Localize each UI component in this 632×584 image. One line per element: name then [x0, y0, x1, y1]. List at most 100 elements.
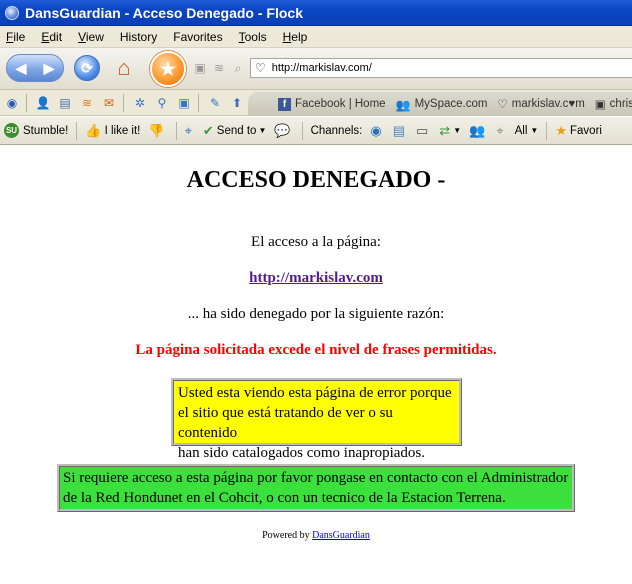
toolbar-separator [175, 121, 177, 140]
speech-bubble-icon: 💬 [274, 122, 291, 138]
menu-edit[interactable]: Edit [33, 30, 70, 44]
home-button[interactable]: ⌂ [110, 55, 138, 81]
camera-icon: ▣ [594, 99, 606, 111]
powered-by: Powered by DansGuardian [262, 530, 370, 541]
send-icon: ✔ [202, 122, 214, 138]
explanation-line: han sido catalogados como inapropiados. [178, 445, 426, 461]
forward-arrow-icon[interactable]: ▶ [44, 60, 55, 77]
stumble-button[interactable]: SU Stumble! [4, 123, 68, 138]
tags-icon: ⌖ [496, 122, 504, 138]
blog-icon[interactable]: ✲ [130, 93, 150, 113]
tv-icon: ▭ [416, 122, 429, 138]
toolbar-separator [26, 93, 27, 112]
back-forward-buttons[interactable]: ◀ ▶ [6, 54, 64, 82]
thumbs-down-icon: 👎 [148, 122, 165, 138]
explanation-box: Usted esta viendo esta página de error p… [171, 378, 462, 461]
tag-button[interactable]: ⌖ [185, 123, 195, 139]
thumbs-up-icon: 👍 [85, 122, 102, 138]
bookmark-myspace[interactable]: 👥 MySpace.com [395, 97, 488, 112]
menu-view[interactable]: View [70, 30, 112, 44]
upload-icon[interactable]: ⬆ [227, 93, 247, 113]
reload-button[interactable]: ⟳ [74, 55, 100, 81]
menu-help[interactable]: Help [275, 30, 316, 44]
channel-shuffle-button[interactable]: ⇄ ▼ [439, 123, 461, 139]
contact-line: Si requiere acceso a esta página por fav… [63, 470, 569, 486]
favorite-star-button[interactable]: ★ [150, 51, 186, 87]
contact-box: Si requiere acceso a esta página por fav… [57, 464, 575, 512]
send-to-button[interactable]: ✔ Send to ▼ [203, 123, 266, 139]
dansguardian-link[interactable]: DansGuardian [312, 530, 370, 541]
address-url[interactable]: http://markislav.com/ [272, 62, 372, 74]
star-icon: ★ [555, 122, 567, 138]
page-heading: ACCESO DENEGADO - [186, 167, 446, 193]
pencil-icon[interactable]: ✎ [205, 93, 225, 113]
window-title: DansGuardian - Acceso Denegado - Flock [25, 4, 303, 21]
chevron-down-icon: ▼ [530, 126, 539, 135]
channel-tags-button[interactable]: ⌖ [496, 123, 506, 139]
bookmark-facebook[interactable]: f Facebook | Home [278, 97, 386, 111]
bookmark-markislav[interactable]: ♡ markislav.c♥m [497, 97, 584, 111]
shuffle-icon: ⇄ [439, 122, 451, 138]
explanation-line: Usted esta viendo esta página de error p… [178, 385, 452, 401]
photo-icon: ▤ [392, 122, 405, 138]
flock-app-icon [5, 5, 19, 20]
menu-tools[interactable]: Tools [231, 30, 275, 44]
home-icon: ⌂ [117, 55, 131, 80]
facebook-icon: f [278, 97, 291, 111]
explanation-line: el sitio que está tratando de ver o su c… [178, 405, 393, 441]
navigation-toolbar: ◀ ▶ ⟳ ⌂ ★ ▣ ≋ ⌕ ♡ http://markislav.com/ [0, 48, 632, 90]
globe-icon: ◉ [370, 122, 382, 138]
mail-icon[interactable]: ✉ [99, 93, 119, 113]
menu-favorites[interactable]: Favorites [165, 30, 230, 44]
toolbar-separator [546, 121, 548, 140]
favorites-strip: f Facebook | Home 👥 MySpace.com ♡ markis… [248, 92, 632, 116]
people-icon[interactable]: 👤 [33, 93, 53, 113]
rss-icon[interactable]: ≋ [77, 93, 97, 113]
globe-icon[interactable]: ◉ [2, 93, 22, 113]
blocked-url: http://markislav.com [0, 270, 632, 287]
like-button[interactable]: 👍 I like it! [85, 123, 140, 139]
toolbar-separator [198, 93, 199, 112]
blocked-url-link[interactable]: http://markislav.com [249, 270, 383, 286]
menu-history[interactable]: History [112, 30, 165, 44]
heart-icon: ♡ [497, 99, 508, 111]
channel-video-button[interactable]: ▭ [416, 123, 431, 139]
back-arrow-icon[interactable]: ◀ [16, 60, 27, 77]
reload-icon: ⟳ [81, 59, 93, 76]
clipboard-icon[interactable]: ▣ [174, 93, 194, 113]
screenshot-icon[interactable]: ▣ [192, 60, 208, 76]
dislike-button[interactable]: 👎 [148, 123, 167, 139]
denial-reason: La página solicitada excede el nivel de … [135, 342, 497, 358]
chevron-down-icon: ▼ [453, 126, 462, 135]
contact-line: de la Red Hondunet en el Cohcit, o con u… [63, 490, 506, 506]
feed-icon[interactable]: ≋ [211, 60, 227, 76]
heart-icon: ♡ [255, 61, 266, 75]
star-icon: ★ [159, 58, 177, 79]
channel-photo-button[interactable]: ▤ [393, 123, 408, 139]
access-intro-text: El acceso a la página: [251, 234, 381, 250]
address-bar[interactable]: ♡ http://markislav.com/ [250, 58, 632, 78]
window-title-bar: DansGuardian - Acceso Denegado - Flock [0, 0, 632, 26]
chevron-down-icon: ▼ [258, 126, 267, 135]
bookmark-chris[interactable]: ▣ chris [595, 97, 632, 111]
tag-icon: ⌖ [184, 122, 192, 138]
all-dropdown[interactable]: All ▼ [515, 125, 539, 137]
page-content: ACCESO DENEGADO - El acceso a la página:… [0, 146, 632, 584]
toolbar-separator [301, 121, 303, 140]
search-icon[interactable]: ⌕ [230, 60, 246, 76]
menu-bar: File Edit View History Favorites Tools H… [0, 26, 632, 48]
toolbar-separator [123, 93, 124, 112]
channels-label: Channels: [310, 124, 363, 137]
channel-friends-button[interactable]: 👥 [469, 123, 488, 139]
myspace-icon: 👥 [395, 97, 411, 112]
friends-icon: 👥 [469, 122, 486, 138]
stumbleupon-icon: SU [4, 123, 19, 138]
favorites-button[interactable]: ★ Favori [555, 123, 602, 139]
comment-button[interactable]: 💬 [274, 123, 293, 139]
pin-icon[interactable]: ⚲ [152, 93, 172, 113]
channel-web-button[interactable]: ◉ [370, 123, 384, 139]
denied-reason-intro: ... ha sido denegado por la siguiente ra… [187, 306, 445, 322]
toolbar-separator [76, 121, 78, 140]
menu-file[interactable]: File [0, 30, 33, 44]
media-icon[interactable]: ▤ [55, 93, 75, 113]
